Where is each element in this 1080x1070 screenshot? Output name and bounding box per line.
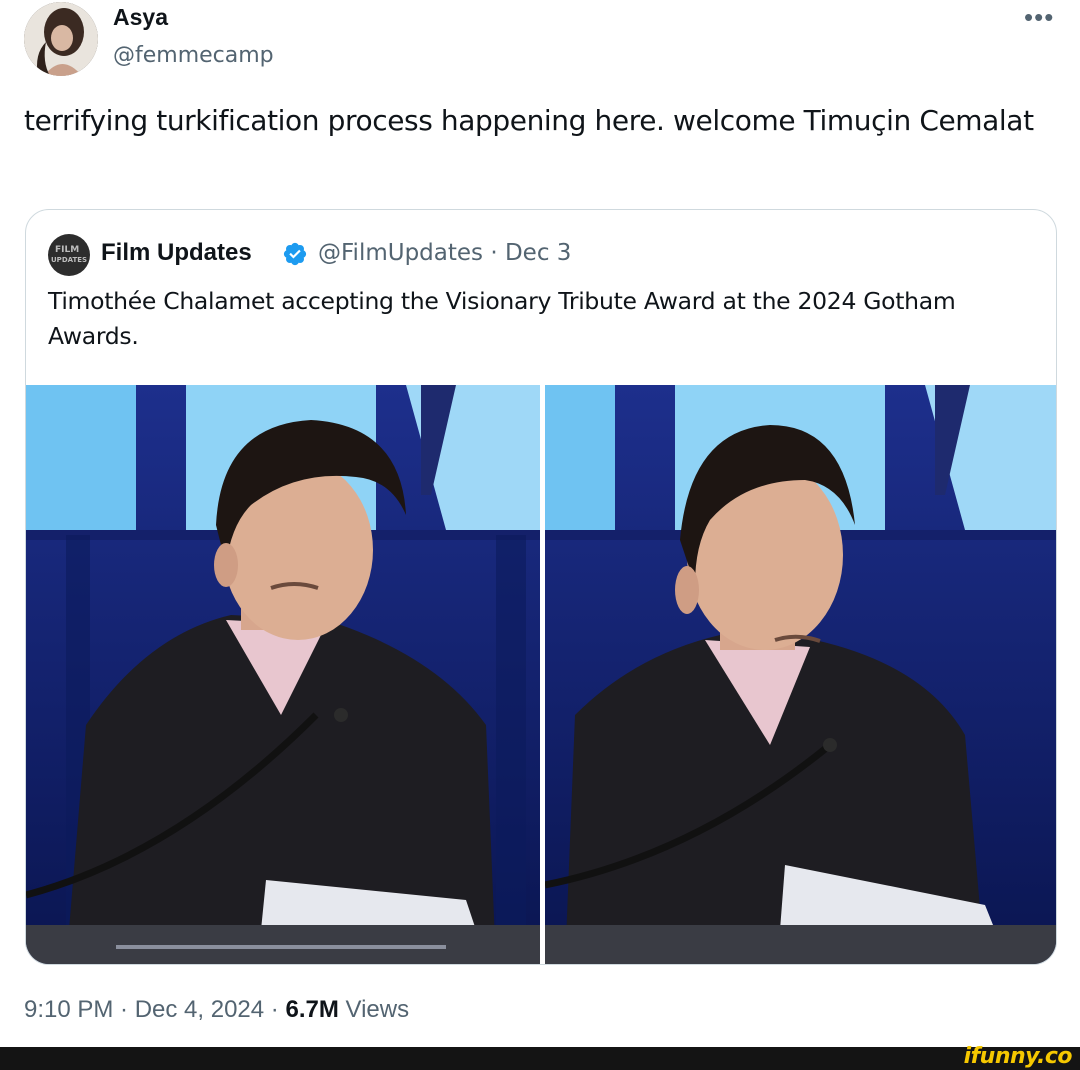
tweet-text: terrifying turkification process happeni… [24,104,1034,137]
quoted-author-avatar[interactable]: FILM UPDATES [48,234,90,276]
tweet-timestamp: 9:10 PM · Dec 4, 2024 · 6.7M Views [24,996,409,1024]
verified-badge-icon [283,242,307,266]
footer-bar: ifunny.co [0,1044,1080,1070]
avatar-text-updates: UPDATES [51,256,88,264]
quoted-meta: @FilmUpdates · Dec 3 [318,240,571,266]
author-name[interactable]: Asya [113,4,168,31]
meta-separator: · [490,240,498,266]
photo-right[interactable] [545,385,1056,964]
quoted-date[interactable]: Dec 3 [505,240,571,266]
avatar-text-film: FILM [55,245,80,255]
quoted-tweet-card[interactable]: FILM UPDATES Film Updates @FilmUpdates ·… [25,209,1057,965]
photo-left[interactable] [26,385,540,964]
quoted-tweet-text: Timothée Chalamet accepting the Visionar… [48,287,956,350]
timestamp-text[interactable]: 9:10 PM · Dec 4, 2024 · [24,996,285,1023]
author-handle[interactable]: @femmecamp [113,43,274,68]
ifunny-watermark: ifunny.co [963,1044,1073,1069]
quoted-author-name[interactable]: Film Updates [101,239,252,267]
more-horizontal-icon[interactable]: ••• [1024,2,1054,33]
quoted-handle[interactable]: @FilmUpdates [318,240,483,266]
views-count: 6.7M [285,996,339,1023]
views-label: Views [338,996,410,1023]
author-avatar[interactable] [24,2,98,76]
